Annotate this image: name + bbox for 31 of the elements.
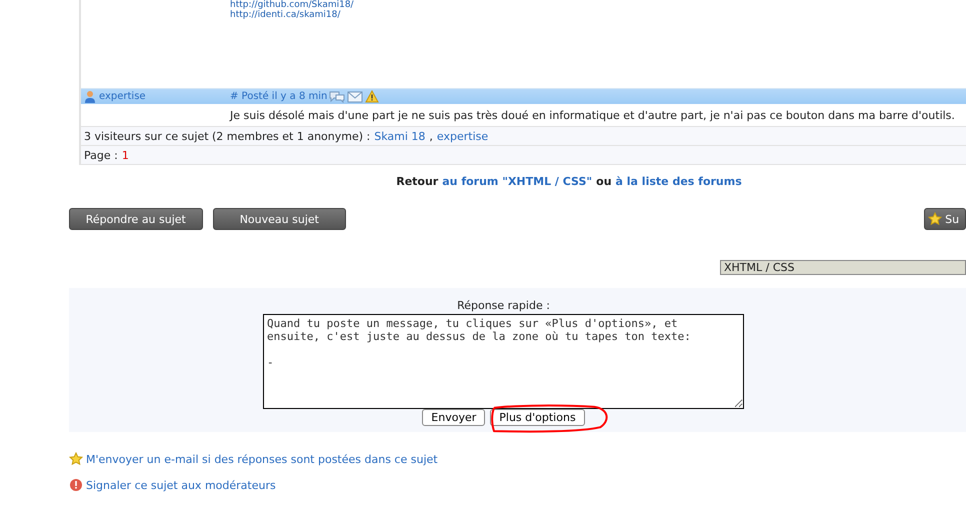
- or-text: ou: [596, 175, 612, 188]
- visitors-text: 3 visiteurs sur ce sujet (2 membres et 1 anonyme) :: [84, 130, 370, 142]
- author-link[interactable]: expertise: [99, 91, 146, 102]
- back-text: Retour: [396, 175, 438, 188]
- action-button[interactable]: Nouveau sujet: [212, 208, 346, 230]
- quote-icon[interactable]: [329, 90, 346, 102]
- post-date-link[interactable]: # Posté il y a 8 min: [230, 91, 328, 102]
- reply-message: Je suis désolé mais d'une part je ne suis pas très doué en informatique et d'autre part, je n'ai pas ce bouton dans ma barre d'outils.: [228, 108, 956, 124]
- separator-text: ,: [429, 130, 433, 142]
- quick-reply-label: Réponse rapide :: [457, 299, 550, 312]
- user-icon: [84, 90, 96, 103]
- forum-list-link[interactable]: à la liste des forums: [616, 175, 742, 188]
- form-button[interactable]: Envoyer: [422, 409, 486, 426]
- member-link[interactable]: expertise: [436, 130, 488, 142]
- follow-button[interactable]: Su: [924, 208, 966, 230]
- alert-icon: [69, 478, 83, 492]
- star-icon: [69, 452, 83, 466]
- footer-link[interactable]: Signaler ce sujet aux modérateurs: [86, 478, 276, 492]
- forum-select[interactable]: XHTML / CSS: [720, 260, 966, 275]
- form-button[interactable]: Plus d'options: [490, 409, 585, 426]
- page-label: Page :: [84, 148, 118, 162]
- action-button[interactable]: Répondre au sujet: [69, 208, 203, 230]
- star-icon: [928, 212, 942, 226]
- profile-link[interactable]: http://identi.ca/skami18/: [230, 10, 966, 20]
- profile-link[interactable]: http://github.com/Skami18/: [230, 0, 966, 10]
- page-number[interactable]: 1: [122, 148, 129, 162]
- forum-link[interactable]: au forum "XHTML / CSS": [442, 175, 592, 188]
- member-link[interactable]: Skami 18: [374, 130, 426, 142]
- warning-icon[interactable]: [365, 90, 380, 103]
- footer-link[interactable]: M'envoyer un e-mail si des réponses sont postées dans ce sujet: [86, 452, 438, 466]
- reply-textarea[interactable]: Quand tu poste un message, tu cliques sur «Plus d'options», et ensuite, c'est juste au dessus de la zone où tu tapes ton texte: -: [263, 314, 744, 409]
